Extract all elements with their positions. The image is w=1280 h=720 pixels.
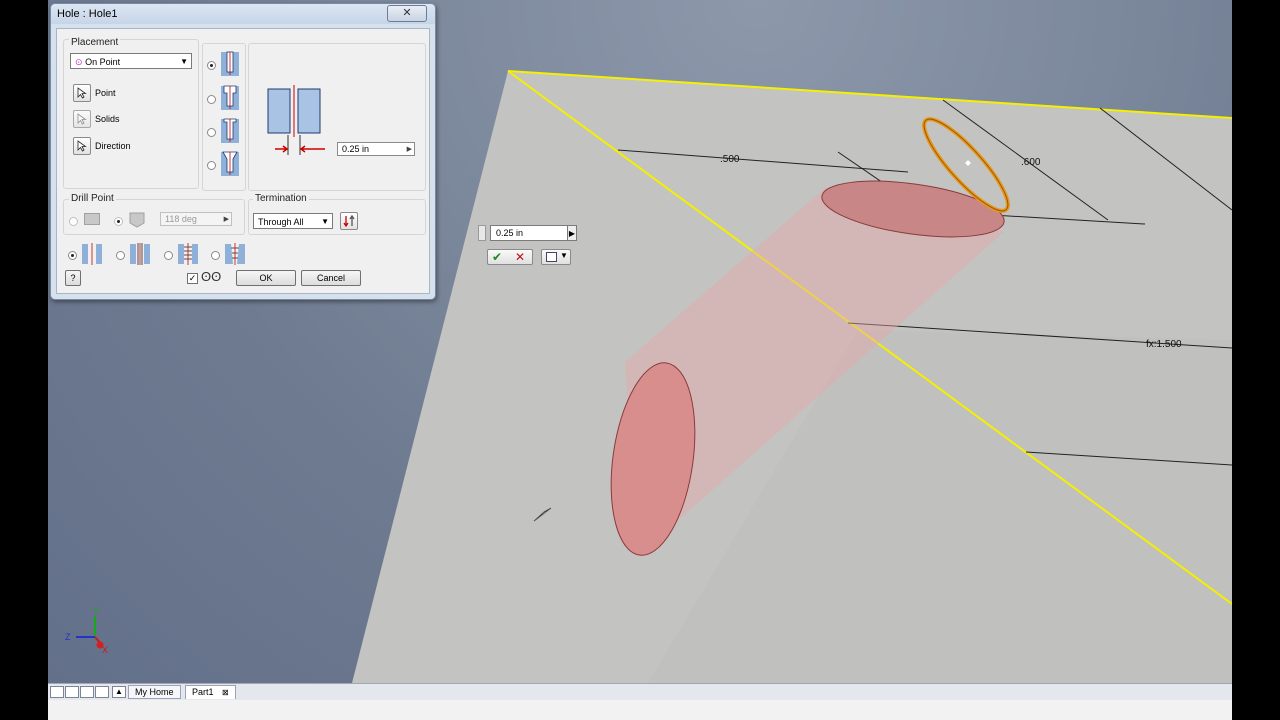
on-point-icon: ⊙ [75, 57, 83, 67]
hole-tapped-radio[interactable] [164, 251, 173, 260]
dim-text-600[interactable]: .600 [1021, 157, 1041, 168]
axis-triad-icon: Y Z X [65, 606, 108, 655]
svg-text:Y: Y [93, 606, 99, 616]
angled-drill-icon [129, 212, 145, 228]
tab-part1[interactable]: Part1 ⊠ [185, 685, 236, 699]
termination-label: Termination [253, 193, 309, 204]
solids-select-button[interactable] [73, 110, 91, 128]
status-strip [48, 700, 1232, 720]
taper-tapped-hole-icon [225, 243, 245, 265]
mini-options-icon [546, 252, 557, 262]
chevron-down-icon: ▼ [180, 57, 188, 66]
drill-angle-input[interactable]: 118 deg ▶ [160, 212, 232, 226]
ok-button[interactable]: OK [236, 270, 296, 286]
help-button[interactable]: ? [65, 270, 81, 286]
cursor-arrow-icon [77, 113, 87, 125]
dialog-close-button[interactable]: ✕ [387, 5, 427, 22]
diameter-value: 0.25 in [342, 144, 370, 154]
spotface-hole-icon [221, 118, 239, 143]
svg-text:X: X [102, 645, 108, 655]
mini-apply-cancel-group: ✔ ✕ [487, 249, 533, 265]
drilled-hole-icon [221, 51, 239, 76]
hole-dialog: Hole : Hole1 ✕ Placement ⊙ On Point ▼ Po… [50, 3, 436, 300]
placement-dropdown[interactable]: ⊙ On Point ▼ [70, 53, 192, 69]
countersink-hole-icon [221, 151, 239, 176]
hole-section-preview-icon [267, 85, 325, 155]
placement-label: Placement [69, 37, 121, 48]
mini-diameter-field[interactable]: 0.25 in [490, 225, 568, 241]
drill-angle-value: 118 deg [165, 214, 197, 224]
dialog-body: Placement ⊙ On Point ▼ Point Solids Dire… [56, 28, 430, 294]
ok-label: OK [259, 273, 273, 283]
cancel-label: Cancel [316, 273, 345, 283]
hole-simple-radio[interactable] [68, 251, 77, 260]
simple-hole-icon [82, 243, 102, 265]
hole-type-counterbore-radio[interactable] [207, 95, 216, 104]
solids-label: Solids [95, 114, 120, 124]
point-label: Point [95, 88, 116, 98]
diameter-input[interactable]: 0.25 in ▶ [337, 142, 415, 156]
mini-diameter-arrow-icon[interactable]: ▶ [567, 225, 577, 241]
tile-horizontal-icon[interactable] [80, 686, 94, 698]
tapped-hole-icon [178, 243, 198, 265]
mini-options-chevron-down-icon: ▼ [560, 251, 568, 260]
tab-close-icon[interactable]: ⊠ [222, 688, 229, 697]
tab-my-home-label: My Home [135, 687, 174, 697]
termination-dropdown[interactable]: Through All ▼ [253, 213, 333, 229]
close-icon: ✕ [402, 7, 412, 19]
document-tab-bar: ▲ My Home Part1 ⊠ [48, 683, 1232, 700]
dialog-title: Hole : Hole1 [57, 8, 118, 20]
hole-type-countersink-radio[interactable] [207, 161, 216, 170]
mini-diameter-value: 0.25 in [496, 228, 524, 238]
glasses-preview-icon: ʘʘ [201, 269, 222, 284]
mini-ok-icon[interactable]: ✔ [492, 250, 502, 264]
cursor-arrow-icon [77, 140, 87, 152]
tab-part1-label: Part1 [192, 687, 214, 697]
tile-arrange-icon[interactable] [65, 686, 79, 698]
help-icon: ? [70, 273, 76, 283]
drill-point-flat-radio[interactable] [69, 217, 78, 226]
chevron-down-icon: ▼ [321, 217, 329, 226]
tab-my-home[interactable]: My Home [128, 685, 181, 699]
clearance-hole-icon [130, 243, 150, 265]
hole-taper-tapped-radio[interactable] [211, 251, 220, 260]
flip-direction-icon [343, 215, 355, 227]
tile-vertical-icon[interactable] [95, 686, 109, 698]
drill-point-label: Drill Point [69, 193, 116, 204]
cursor-arrow-icon [77, 87, 87, 99]
preview-checkbox[interactable]: ✓ [187, 273, 198, 284]
termination-selected: Through All [258, 217, 304, 227]
placement-selected: On Point [85, 57, 121, 67]
drill-angle-arrow-icon: ▶ [223, 216, 229, 223]
mini-options-button[interactable]: ▼ [541, 249, 571, 265]
tile-cascade-icon[interactable] [50, 686, 64, 698]
direction-label: Direction [95, 141, 131, 151]
chevron-up-icon[interactable]: ▲ [112, 686, 126, 698]
drill-point-angle-radio[interactable] [114, 217, 123, 226]
hole-type-drilled-radio[interactable] [207, 61, 216, 70]
counterbore-hole-icon [221, 85, 239, 110]
flip-direction-button[interactable] [340, 212, 358, 230]
mini-toolbar-grip[interactable] [478, 225, 486, 241]
diameter-arrow-icon[interactable]: ▶ [407, 143, 412, 156]
dialog-titlebar[interactable]: Hole : Hole1 ✕ [51, 4, 435, 24]
mini-cancel-icon[interactable]: ✕ [515, 250, 525, 264]
direction-select-button[interactable] [73, 137, 91, 155]
dim-text-1500[interactable]: fx:1.500 [1146, 339, 1182, 350]
hole-type-spotface-radio[interactable] [207, 128, 216, 137]
dim-text-500[interactable]: .500 [720, 154, 740, 165]
hole-clearance-radio[interactable] [116, 251, 125, 260]
cancel-button[interactable]: Cancel [301, 270, 361, 286]
flat-drill-icon [84, 213, 100, 225]
svg-text:Z: Z [65, 632, 71, 642]
point-select-button[interactable] [73, 84, 91, 102]
